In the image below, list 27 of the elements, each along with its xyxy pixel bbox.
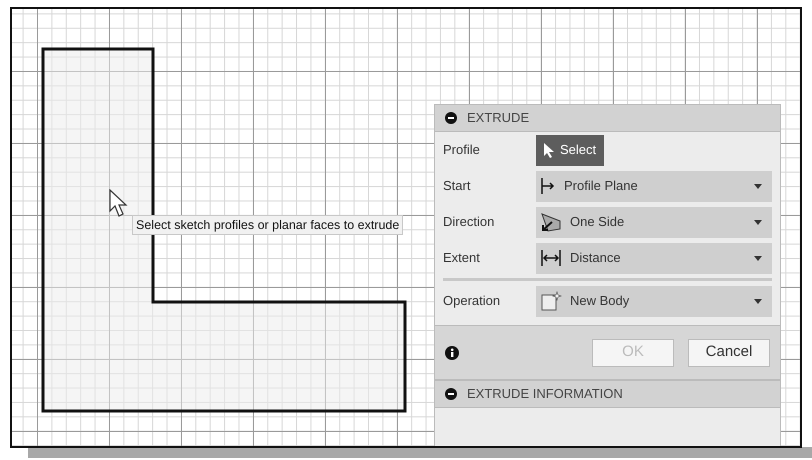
new-body-icon [540,290,562,312]
field-label: Extent [443,249,481,268]
caret-icon [754,184,762,188]
dropdown[interactable]: Profile Plane [536,170,772,202]
distance-icon [540,249,562,267]
field-label: Direction [443,213,496,232]
select-button[interactable]: Select [536,134,604,166]
pointer-icon [542,142,556,158]
collapse-icon[interactable] [445,388,457,400]
cursor-icon [109,189,129,219]
info-icon[interactable] [445,346,459,360]
collapse-icon[interactable] [445,112,457,124]
caret-icon [754,298,762,304]
dropdown[interactable]: One Side [536,206,772,238]
field-label: Start [443,177,472,196]
panel-title: EXTRUDE INFORMATION [467,385,623,404]
field-label: Profile [443,141,481,160]
dropdown[interactable]: New Body [536,286,772,316]
one-side-direction-icon [540,212,562,232]
dropdown[interactable]: Distance [536,242,772,274]
start-plane-icon [540,177,556,195]
field-label: Operation [443,292,502,310]
panel-title: EXTRUDE [467,109,530,128]
cancel-button[interactable]: Cancel [688,338,770,366]
tooltip: Select sketch profiles or planar faces to extrude [132,215,404,235]
caret-icon [754,220,762,224]
caret-icon [754,256,762,260]
